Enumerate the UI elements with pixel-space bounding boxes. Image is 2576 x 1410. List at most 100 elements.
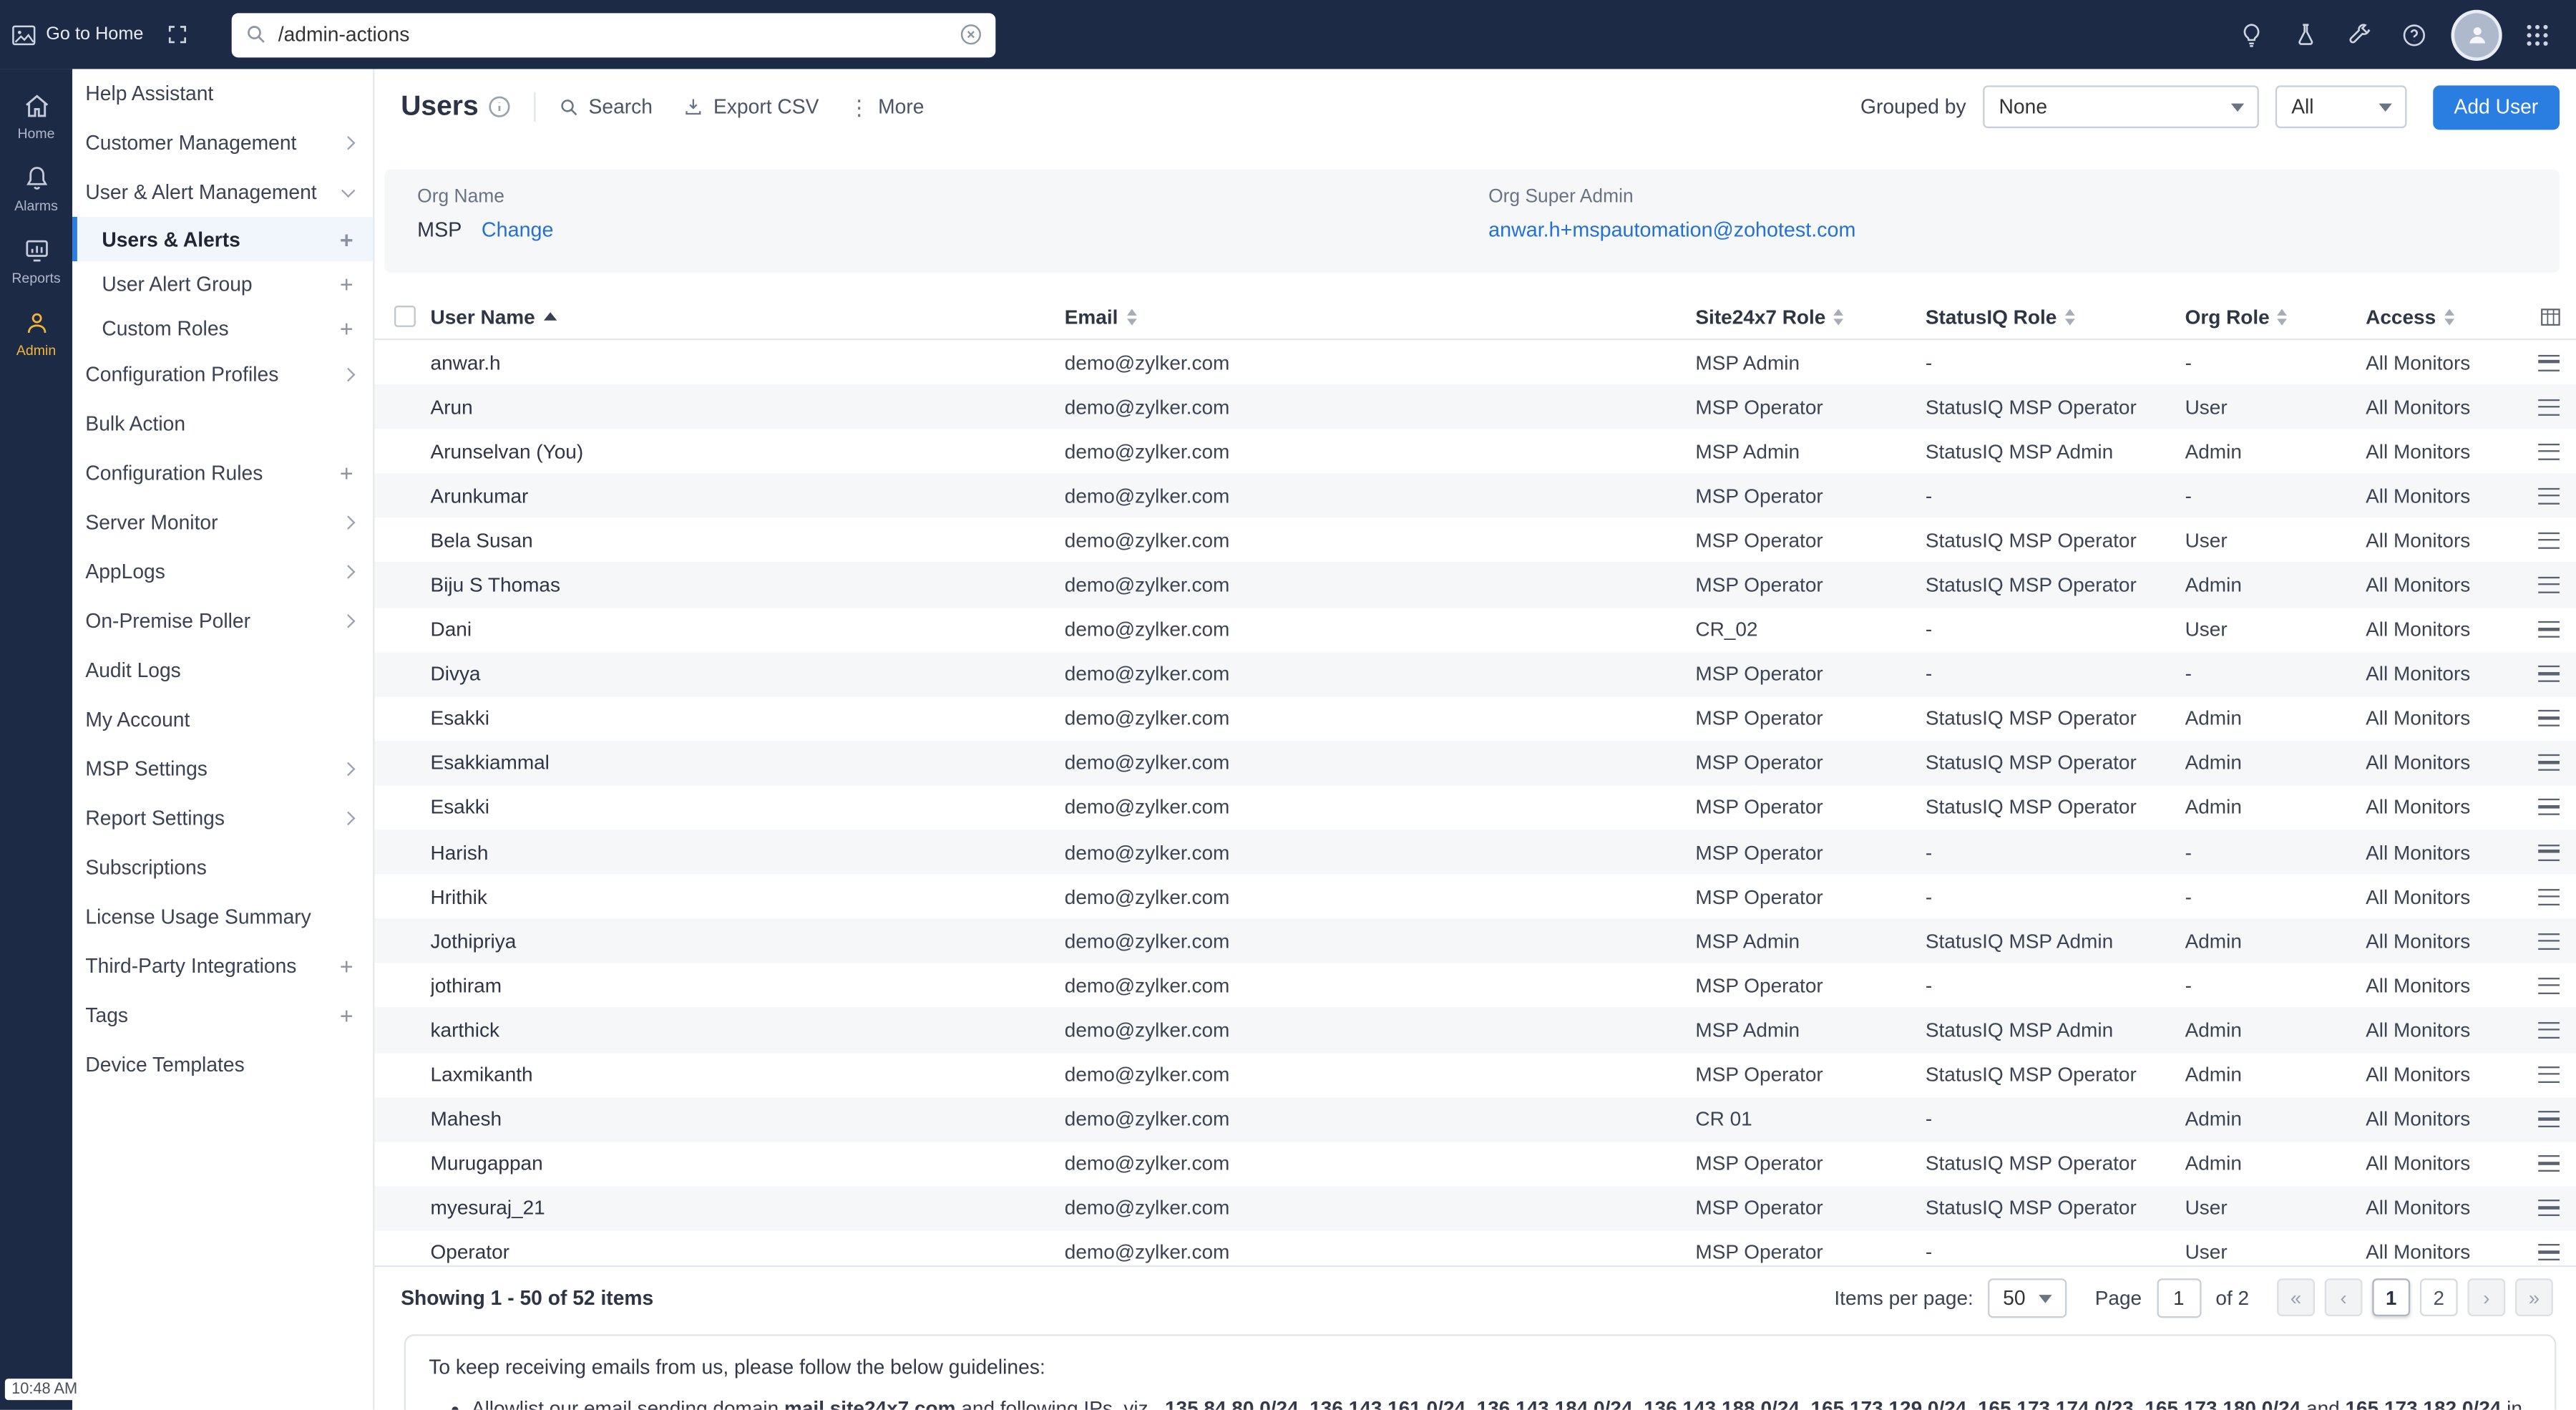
column-email[interactable]: Email	[1065, 305, 1696, 328]
apps-grid-icon[interactable]	[2525, 22, 2550, 47]
add-user-button[interactable]: Add User	[2433, 84, 2560, 129]
prev-page-button[interactable]: ‹	[2325, 1278, 2363, 1316]
sidebar-item-applogs[interactable]: AppLogs	[72, 548, 373, 597]
last-page-button[interactable]: »	[2515, 1278, 2553, 1316]
plus-icon[interactable]: +	[340, 462, 353, 485]
super-admin-email-link[interactable]: anwar.h+mspautomation@zohotest.com	[1488, 218, 1855, 241]
sidebar-item-users-alerts[interactable]: Users & Alerts+	[72, 217, 373, 261]
page-button-1[interactable]: 1	[2372, 1278, 2410, 1316]
table-row[interactable]: Divyademo@zylker.comMSP Operator--All Mo…	[374, 652, 2576, 696]
table-row[interactable]: myesuraj_21demo@zylker.comMSP OperatorSt…	[374, 1186, 2576, 1230]
info-icon[interactable]	[488, 95, 511, 118]
table-row[interactable]: jothiramdemo@zylker.comMSP Operator--All…	[374, 963, 2576, 1008]
page-input[interactable]	[2157, 1278, 2201, 1317]
table-row[interactable]: Harishdemo@zylker.comMSP Operator--All M…	[374, 830, 2576, 875]
table-row[interactable]: Hrithikdemo@zylker.comMSP Operator--All …	[374, 875, 2576, 919]
sidebar-item-user-alert-group[interactable]: User Alert Group+	[72, 261, 373, 306]
table-row[interactable]: Esakkiammaldemo@zylker.comMSP OperatorSt…	[374, 741, 2576, 785]
row-menu-icon[interactable]	[2538, 978, 2560, 994]
sidebar-item-msp-settings[interactable]: MSP Settings	[72, 744, 373, 794]
table-row[interactable]: Biju S Thomasdemo@zylker.comMSP Operator…	[374, 563, 2576, 607]
sidebar-item-customer-management[interactable]: Customer Management	[72, 118, 373, 167]
row-menu-icon[interactable]	[2538, 533, 2560, 549]
global-search-input[interactable]	[278, 23, 950, 46]
plus-icon[interactable]: +	[340, 1004, 353, 1027]
table-row[interactable]: Laxmikanthdemo@zylker.comMSP OperatorSta…	[374, 1053, 2576, 1097]
table-row[interactable]: anwar.hdemo@zylker.comMSP Admin--All Mon…	[374, 340, 2576, 384]
sidebar-item-license-usage-summary[interactable]: License Usage Summary	[72, 893, 373, 942]
change-org-link[interactable]: Change	[482, 218, 554, 241]
table-row[interactable]: Jothipriyademo@zylker.comMSP AdminStatus…	[374, 919, 2576, 963]
table-row[interactable]: Murugappandemo@zylker.comMSP OperatorSta…	[374, 1142, 2576, 1186]
table-row[interactable]: Operatordemo@zylker.comMSP Operator-User…	[374, 1230, 2576, 1265]
row-menu-icon[interactable]	[2538, 933, 2560, 950]
sidebar-item-on-premise-poller[interactable]: On-Premise Poller	[72, 596, 373, 646]
table-row[interactable]: Arunkumardemo@zylker.comMSP Operator--Al…	[374, 474, 2576, 518]
select-all-checkbox[interactable]	[394, 306, 416, 327]
column-chooser-icon[interactable]	[2538, 305, 2562, 328]
column-org-role[interactable]: Org Role	[2185, 305, 2366, 328]
row-menu-icon[interactable]	[2538, 1111, 2560, 1127]
sidebar-item-subscriptions[interactable]: Subscriptions	[72, 843, 373, 893]
row-menu-icon[interactable]	[2538, 487, 2560, 504]
next-page-button[interactable]: ›	[2467, 1278, 2505, 1316]
row-menu-icon[interactable]	[2538, 399, 2560, 415]
rail-item-alarms[interactable]: Alarms	[0, 151, 72, 223]
wrench-icon[interactable]	[2346, 21, 2374, 49]
rail-item-reports[interactable]: Reports	[0, 223, 72, 296]
items-per-page-select[interactable]: 50	[1988, 1278, 2067, 1317]
table-row[interactable]: Esakkidemo@zylker.comMSP OperatorStatusI…	[374, 696, 2576, 741]
table-row[interactable]: Esakkidemo@zylker.comMSP OperatorStatusI…	[374, 785, 2576, 830]
sidebar-item-my-account[interactable]: My Account	[72, 695, 373, 744]
row-menu-icon[interactable]	[2538, 1245, 2560, 1261]
row-menu-icon[interactable]	[2538, 1066, 2560, 1083]
row-menu-icon[interactable]	[2538, 621, 2560, 638]
sidebar-item-tags[interactable]: Tags+	[72, 991, 373, 1040]
table-row[interactable]: Arundemo@zylker.comMSP OperatorStatusIQ …	[374, 384, 2576, 429]
row-menu-icon[interactable]	[2538, 1156, 2560, 1172]
column-access[interactable]: Access	[2366, 305, 2538, 328]
sidebar-item-server-monitor[interactable]: Server Monitor	[72, 498, 373, 548]
lightbulb-icon[interactable]	[2238, 21, 2265, 49]
column-statusiq-role[interactable]: StatusIQ Role	[1926, 305, 2185, 328]
table-row[interactable]: Bela Susandemo@zylker.comMSP OperatorSta…	[374, 518, 2576, 563]
home-link[interactable]: Go to Home	[10, 22, 144, 47]
sidebar-item-configuration-profiles[interactable]: Configuration Profiles	[72, 350, 373, 399]
plus-icon[interactable]: +	[340, 272, 353, 295]
expand-icon[interactable]	[167, 23, 190, 46]
sidebar-item-user-alert-management[interactable]: User & Alert Management	[72, 167, 373, 217]
table-row[interactable]: Arunselvan (You)demo@zylker.comMSP Admin…	[374, 429, 2576, 474]
table-row[interactable]: Danidemo@zylker.comCR_02-UserAll Monitor…	[374, 607, 2576, 651]
column-user-name[interactable]: User Name	[431, 305, 1065, 328]
flask-icon[interactable]	[2292, 21, 2320, 49]
row-menu-icon[interactable]	[2538, 577, 2560, 593]
group-by-select[interactable]: None	[1983, 85, 2259, 128]
row-menu-icon[interactable]	[2538, 443, 2560, 460]
sidebar-item-custom-roles[interactable]: Custom Roles+	[72, 306, 373, 350]
row-menu-icon[interactable]	[2538, 888, 2560, 905]
help-icon[interactable]	[2400, 21, 2428, 49]
export-csv-button[interactable]: Export CSV	[682, 95, 819, 118]
row-menu-icon[interactable]	[2538, 1200, 2560, 1217]
sidebar-item-bulk-action[interactable]: Bulk Action	[72, 399, 373, 449]
row-menu-icon[interactable]	[2538, 354, 2560, 371]
rail-item-home[interactable]: Home	[0, 79, 72, 151]
table-row[interactable]: Maheshdemo@zylker.comCR 01-AdminAll Moni…	[374, 1097, 2576, 1142]
row-menu-icon[interactable]	[2538, 666, 2560, 682]
row-menu-icon[interactable]	[2538, 799, 2560, 816]
user-avatar[interactable]	[2454, 12, 2499, 57]
more-button[interactable]: ⋮ More	[849, 95, 924, 118]
first-page-button[interactable]: «	[2277, 1278, 2315, 1316]
global-search[interactable]	[232, 12, 996, 57]
sidebar-item-configuration-rules[interactable]: Configuration Rules+	[72, 449, 373, 498]
plus-icon[interactable]: +	[340, 228, 353, 251]
row-menu-icon[interactable]	[2538, 711, 2560, 727]
table-row[interactable]: karthickdemo@zylker.comMSP AdminStatusIQ…	[374, 1008, 2576, 1052]
sidebar-item-report-settings[interactable]: Report Settings	[72, 794, 373, 843]
row-menu-icon[interactable]	[2538, 1022, 2560, 1039]
sidebar-item-device-templates[interactable]: Device Templates	[72, 1040, 373, 1089]
plus-icon[interactable]: +	[340, 955, 353, 978]
row-menu-icon[interactable]	[2538, 755, 2560, 772]
scope-select[interactable]: All	[2275, 85, 2406, 128]
sidebar-item-help-assistant[interactable]: Help Assistant	[72, 69, 373, 118]
